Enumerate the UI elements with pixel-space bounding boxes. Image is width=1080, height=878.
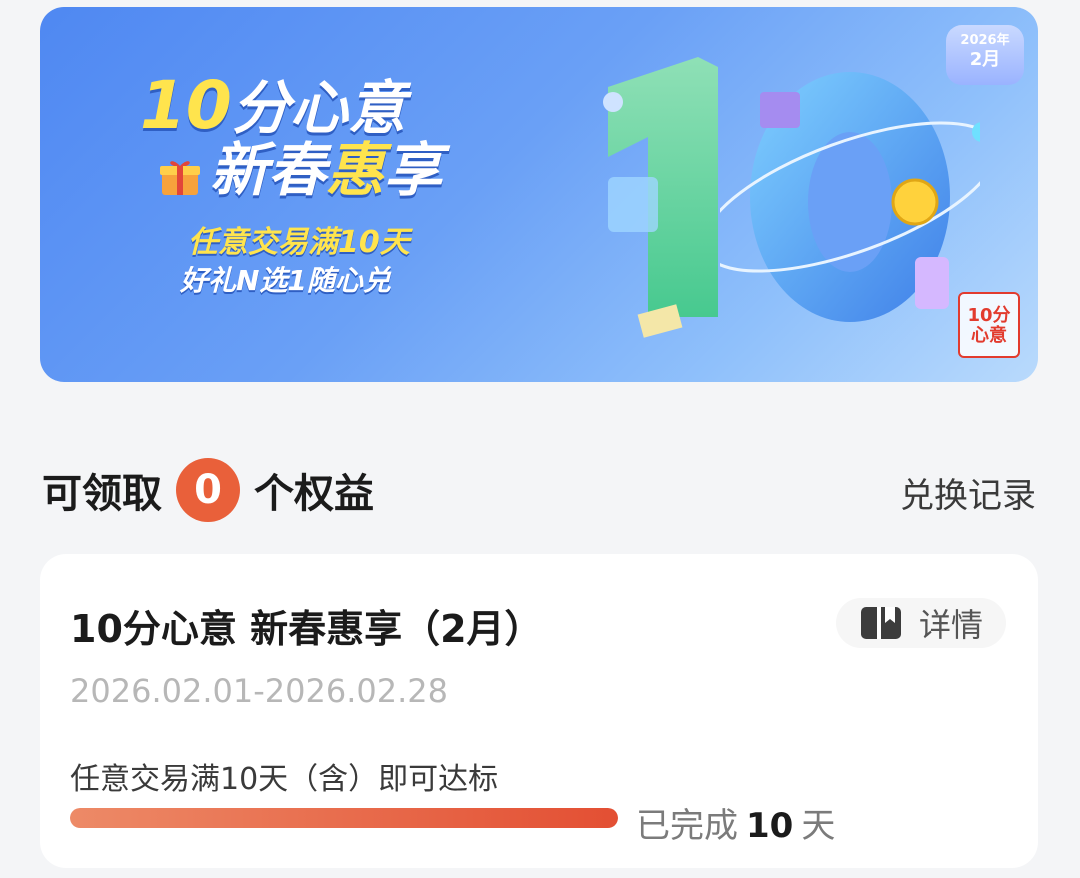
- gift-icon: [160, 161, 200, 195]
- progress-prefix: 已完成: [636, 806, 738, 846]
- big-zero-illustration: [720, 72, 980, 322]
- banner-subtitle-2: 好礼N选1随心兑: [180, 264, 391, 297]
- heading-prefix: 可领取: [42, 471, 162, 517]
- month-badge: 2026年 2月: [946, 25, 1024, 85]
- redeem-records-link[interactable]: 兑换记录: [900, 468, 1036, 517]
- book-icon: [860, 607, 901, 639]
- benefit-card[interactable]: 10分心意 新春惠享（2月） 详情 2026.02.01-2026.02.28 …: [40, 554, 1038, 868]
- banner-title-line2c: 享: [384, 136, 443, 205]
- benefit-count-badge: 0: [176, 458, 240, 522]
- progress-days: 10: [746, 806, 794, 846]
- banner-title-number: 10: [140, 67, 232, 144]
- logo-text-bottom: 心意: [971, 324, 1007, 346]
- progress-bar-fill: [70, 808, 618, 828]
- progress-status: 已完成 10 天: [636, 798, 835, 847]
- banner-title-line2a: 新春: [210, 136, 327, 205]
- logo-text-top: 10分: [967, 305, 1011, 326]
- heading-suffix: 个权益: [254, 471, 374, 517]
- card-title: 10分心意 新春惠享（2月）: [70, 607, 543, 651]
- progress-unit: 天: [801, 806, 836, 846]
- card-date-range: 2026.02.01-2026.02.28: [70, 672, 448, 710]
- banner-subtitle-1: 任意交易满10天: [188, 225, 410, 260]
- progress-bar: [70, 808, 618, 828]
- banner-title-highlight: 惠: [326, 136, 385, 205]
- promo-banner[interactable]: 10分心意 新春惠享 任意交易满10天 好礼N选1随心兑 2026年 2月 10…: [40, 7, 1038, 382]
- detail-button-label: 详情: [918, 606, 983, 644]
- banner-title-text: 分心意: [231, 74, 406, 142]
- benefits-heading: 可领取 0 个权益: [42, 458, 374, 522]
- month-badge-month: 2月: [969, 49, 1001, 71]
- page: 10分心意 新春惠享 任意交易满10天 好礼N选1随心兑 2026年 2月 10…: [0, 0, 1080, 878]
- detail-button[interactable]: 详情: [836, 598, 1006, 648]
- campaign-logo: 10分 心意: [958, 292, 1020, 358]
- month-badge-year: 2026年: [960, 33, 1010, 48]
- card-requirement: 任意交易满10天（含）即可达标: [70, 762, 499, 797]
